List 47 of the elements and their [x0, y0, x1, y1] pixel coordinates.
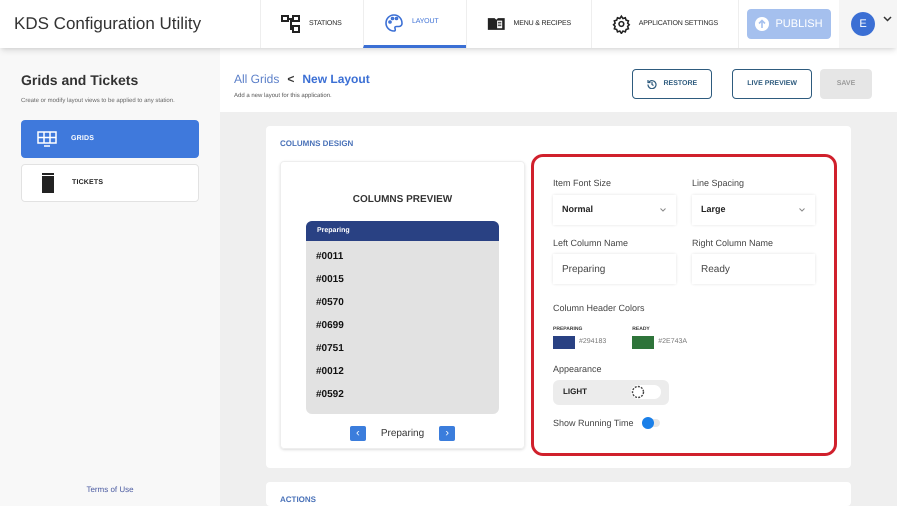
toggle-switch[interactable]	[642, 419, 660, 428]
field-label: Item Font Size	[553, 177, 612, 190]
next-button[interactable]: ›	[439, 426, 456, 441]
order-number: #0012	[316, 365, 345, 379]
field-label: Column Header Colors	[553, 302, 646, 315]
color-swatch[interactable]	[553, 336, 575, 349]
order-number: #0570	[316, 296, 345, 310]
field-label: Appearance	[553, 363, 603, 376]
preview-column-name: Preparing	[380, 427, 426, 441]
chevron-down-icon	[799, 208, 805, 212]
breadcrumb-link[interactable]: All Grids	[234, 70, 280, 88]
palette-icon	[384, 12, 404, 32]
input-field[interactable]: Preparing	[553, 254, 676, 284]
field-label: Line Spacing	[692, 177, 746, 190]
dropdown[interactable]: Normal	[553, 194, 676, 224]
user-avatar[interactable]: E	[851, 12, 875, 36]
chevron-down-icon[interactable]	[883, 16, 892, 22]
previous-button[interactable]: ‹	[350, 426, 366, 441]
grid-screen-icon	[37, 131, 57, 147]
dropdown[interactable]: Large	[692, 194, 815, 224]
sidebar-title: Grids and Tickets	[21, 71, 140, 90]
input-field[interactable]: Ready	[692, 254, 815, 284]
order-number: #0015	[316, 273, 345, 287]
network-icon	[281, 15, 301, 33]
ticket-icon	[42, 173, 54, 193]
sun-icon	[631, 385, 645, 399]
order-number: #0592	[316, 388, 345, 402]
terms-link[interactable]: Terms of Use	[86, 484, 134, 496]
upload-icon	[755, 17, 770, 31]
settings-icon	[612, 14, 631, 34]
breadcrumb-separator: <	[287, 71, 294, 88]
history-icon	[647, 79, 658, 89]
field-label: Left Column Name	[553, 236, 630, 250]
order-number: #0011	[316, 250, 344, 264]
preview-title: COLUMNS PREVIEW	[352, 193, 452, 207]
section-title: COLUMNS DESIGN	[280, 138, 354, 150]
order-number: #0751	[316, 342, 345, 356]
appearance-toggle[interactable]: LIGHT	[553, 380, 669, 404]
app-title: KDS Configuration Utility	[13, 13, 202, 36]
color-swatch[interactable]	[632, 336, 654, 349]
chevron-down-icon	[660, 208, 666, 212]
breadcrumb-current: New Layout	[302, 71, 370, 88]
field-label: Right Column Name	[692, 236, 774, 250]
order-number: #0699	[316, 319, 345, 333]
field-label: Show Running Time	[553, 416, 634, 430]
section-title: ACTIONS	[280, 494, 317, 506]
book-icon	[487, 15, 506, 33]
